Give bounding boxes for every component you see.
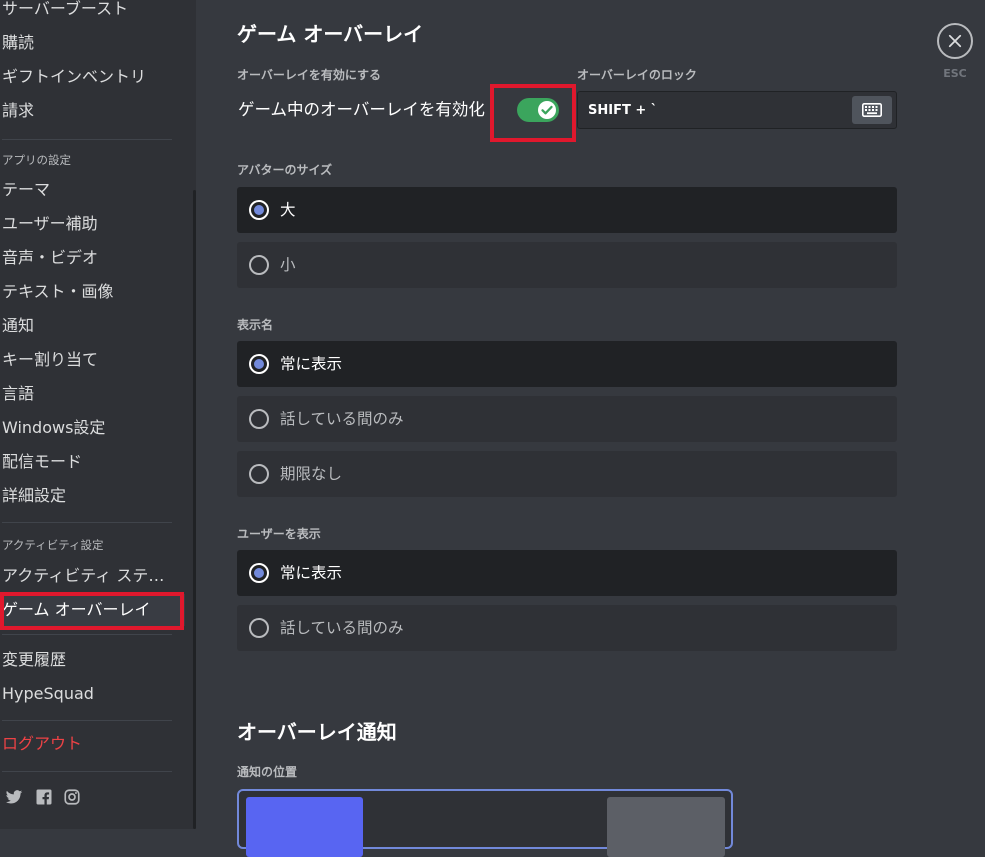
overlay-lock-keybind[interactable]: SHIFT + ` [577,91,897,129]
sidebar-item-change-log[interactable]: 変更履歴 [0,644,185,676]
radio-label: 小 [280,256,296,274]
facebook-icon[interactable] [35,788,53,806]
radio-label: 期限なし [280,465,343,483]
sidebar-item-windows-settings[interactable]: Windows設定 [0,412,185,444]
radio-users-always[interactable]: 常に表示 [237,550,897,596]
highlight-box-sidebar [0,592,184,630]
instagram-icon[interactable] [63,788,81,806]
sidebar-divider [2,522,172,523]
overlay-lock-label: オーバーレイのロック [577,68,697,82]
notification-position-picker [237,789,733,857]
settings-content: ゲーム オーバーレイ オーバーレイを有効にする ゲーム中のオーバーレイを有効化 … [196,0,985,857]
radio-label: 話している間のみ [280,619,404,637]
avatar-size-label: アバターのサイズ [237,163,333,177]
radio-label: 大 [280,201,296,219]
sidebar-item-language[interactable]: 言語 [0,378,185,410]
radio-circle [249,563,269,583]
esc-label: ESC [943,67,967,80]
activity-settings-header: アクティビティ設定 [2,538,104,552]
radio-circle [249,255,269,275]
sidebar-item-text-images[interactable]: テキスト・画像 [0,276,185,308]
sidebar-item-streamer-mode[interactable]: 配信モード [0,446,185,478]
page-title: ゲーム オーバーレイ [237,22,424,46]
sidebar-item-logout[interactable]: ログアウト [0,728,185,760]
sidebar-item-accessibility[interactable]: ユーザー補助 [0,208,185,240]
highlight-box-toggle [490,84,576,142]
display-names-label: 表示名 [237,318,274,332]
radio-circle [249,464,269,484]
radio-circle [249,618,269,638]
app-settings-header: アプリの設定 [2,153,71,167]
sidebar-item-gift-inventory[interactable]: ギフトインベントリ [0,61,185,93]
radio-label: 常に表示 [280,564,343,582]
close-button[interactable] [937,23,973,59]
radio-users-speaking[interactable]: 話している間のみ [237,605,897,651]
radio-names-never[interactable]: 期限なし [237,451,897,497]
sidebar-item-notifications[interactable]: 通知 [0,310,185,342]
keyboard-icon [862,103,882,117]
keybind-record-button[interactable] [852,96,892,124]
radio-circle [249,200,269,220]
sidebar-item-billing[interactable]: 請求 [0,95,185,127]
sidebar-item-activity-status[interactable]: アクティビティ ステータス [0,560,170,592]
radio-names-speaking[interactable]: 話している間のみ [237,396,897,442]
notifications-title: オーバーレイ通知 [237,720,397,744]
position-option-top-left[interactable] [246,797,363,857]
settings-sidebar: サーバーブースト 購読 ギフトインベントリ 請求 アプリの設定 テーマ ユーザー… [0,0,196,829]
sidebar-divider [2,634,172,635]
enable-overlay-text: ゲーム中のオーバーレイを有効化 [238,100,485,119]
display-users-label: ユーザーを表示 [237,527,321,541]
sidebar-divider [2,771,172,772]
sidebar-item-advanced[interactable]: 詳細設定 [0,480,185,512]
sidebar-divider [2,720,172,721]
radio-circle [249,354,269,374]
close-icon [948,34,962,48]
radio-avatar-large[interactable]: 大 [237,187,897,233]
radio-label: 常に表示 [280,355,343,373]
sidebar-item-subscriptions[interactable]: 購読 [0,27,185,59]
radio-circle [249,409,269,429]
twitter-icon[interactable] [5,788,23,806]
enable-overlay-label: オーバーレイを有効にする [237,68,382,82]
radio-avatar-small[interactable]: 小 [237,242,897,288]
sidebar-item-server-boost[interactable]: サーバーブースト [0,0,185,25]
sidebar-item-voice-video[interactable]: 音声・ビデオ [0,242,185,274]
sidebar-divider [2,139,172,140]
keybind-value: SHIFT + ` [588,103,658,118]
notification-position-label: 通知の位置 [237,765,298,779]
position-option-top-right[interactable] [607,797,725,857]
radio-names-always[interactable]: 常に表示 [237,341,897,387]
sidebar-item-keybinds[interactable]: キー割り当て [0,344,185,376]
radio-label: 話している間のみ [280,410,404,428]
sidebar-item-theme[interactable]: テーマ [0,174,185,206]
sidebar-item-hypesquad[interactable]: HypeSquad [0,678,185,710]
